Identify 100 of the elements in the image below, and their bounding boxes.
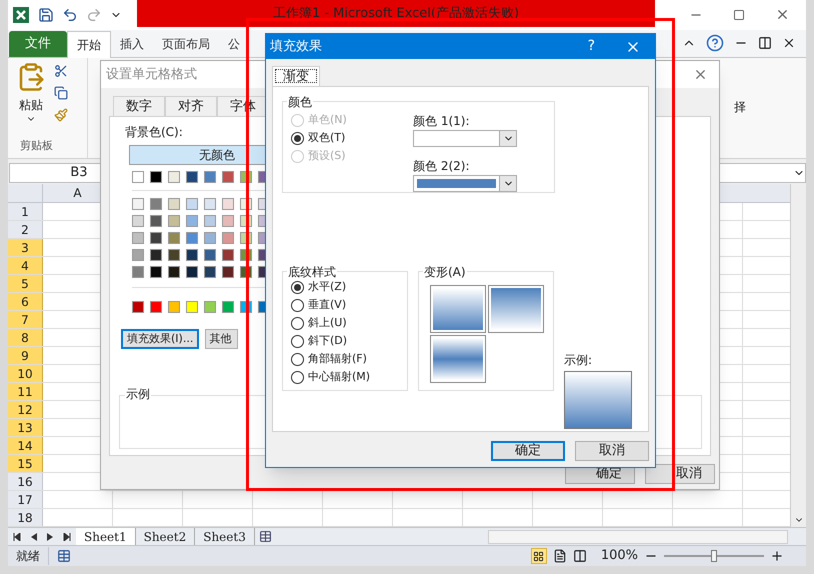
zoom-level[interactable]: 100%	[600, 546, 638, 566]
row-header[interactable]: 11	[8, 383, 43, 400]
format-painter-icon[interactable]	[54, 108, 68, 122]
radio-button[interactable]	[291, 298, 304, 312]
sheet-tab[interactable]: Sheet1	[76, 528, 136, 546]
color-swatch[interactable]	[204, 232, 216, 244]
color-swatch[interactable]	[204, 301, 216, 313]
color-swatch[interactable]	[186, 215, 198, 227]
ribbon-tab[interactable]: 页面布局	[153, 30, 219, 57]
save-icon[interactable]	[38, 6, 54, 23]
redo-icon[interactable]	[86, 6, 102, 23]
last-sheet-icon[interactable]	[63, 532, 71, 541]
gradient-variant[interactable]	[430, 335, 486, 383]
sheet-tab[interactable]: Sheet2	[136, 528, 196, 546]
color-swatch[interactable]	[222, 198, 234, 210]
cut-icon[interactable]	[54, 64, 68, 78]
radio-label[interactable]: 中心辐射(M)	[308, 370, 370, 384]
dialog-button[interactable]: 确定	[491, 441, 565, 461]
page-break-icon[interactable]	[572, 549, 587, 564]
row-header[interactable]: 10	[8, 365, 43, 382]
color-swatch[interactable]	[150, 249, 162, 261]
color-swatch[interactable]	[204, 266, 216, 278]
row-header[interactable]: 16	[8, 473, 43, 490]
color-swatch[interactable]	[150, 232, 162, 244]
color-swatch[interactable]	[168, 198, 180, 210]
color-swatch[interactable]	[186, 301, 198, 313]
radio-label[interactable]: 水平(Z)	[308, 280, 346, 294]
color-swatch[interactable]	[132, 232, 144, 244]
dialog-button[interactable]: 取消	[645, 464, 715, 484]
file-tab[interactable]: 文件	[9, 30, 67, 57]
ribbon-tab[interactable]: 公	[219, 30, 249, 57]
fill-effects-button[interactable]: 填充效果(I)...	[121, 329, 200, 349]
color-swatch[interactable]	[168, 249, 180, 261]
paste-button[interactable]: 粘贴	[19, 96, 43, 114]
row-header[interactable]: 5	[8, 275, 43, 292]
color-swatch[interactable]	[222, 249, 234, 261]
color-swatch[interactable]	[222, 232, 234, 244]
row-header[interactable]: 9	[8, 347, 43, 364]
color-swatch[interactable]	[168, 301, 180, 313]
color-swatch[interactable]	[150, 171, 162, 183]
dialog-button[interactable]: 取消	[575, 441, 649, 461]
row-header[interactable]: 15	[8, 455, 43, 472]
color-swatch[interactable]	[150, 198, 162, 210]
color-swatch[interactable]	[204, 249, 216, 261]
color-swatch[interactable]	[168, 215, 180, 227]
color-swatch[interactable]	[132, 215, 144, 227]
ribbon-tab[interactable]: 插入	[111, 30, 153, 57]
color-swatch[interactable]	[186, 171, 198, 183]
row-header[interactable]: 3	[8, 239, 43, 256]
gradient-variant[interactable]	[430, 285, 486, 333]
row-header[interactable]: 4	[8, 257, 43, 274]
zoom-slider-thumb[interactable]	[711, 550, 717, 562]
color-swatch[interactable]	[222, 301, 234, 313]
color-swatch[interactable]	[186, 266, 198, 278]
row-header[interactable]: 14	[8, 437, 43, 454]
color-swatch[interactable]	[204, 171, 216, 183]
row-header[interactable]: 12	[8, 401, 43, 418]
color-swatch[interactable]	[186, 249, 198, 261]
radio-button[interactable]	[291, 370, 304, 384]
row-header[interactable]: 7	[8, 311, 43, 328]
normal-view-button[interactable]	[530, 548, 547, 564]
ribbon-tab[interactable]: 开始	[67, 30, 111, 58]
row-header[interactable]: 8	[8, 329, 43, 346]
macro-record-icon[interactable]	[57, 549, 71, 564]
color-swatch[interactable]	[150, 301, 162, 313]
color-swatch[interactable]	[222, 266, 234, 278]
radio-label[interactable]: 双色(T)	[308, 131, 346, 145]
row-header[interactable]: 2	[8, 221, 43, 238]
help-button[interactable]: ?	[588, 36, 595, 57]
color-swatch[interactable]	[168, 266, 180, 278]
insert-sheet-icon[interactable]	[258, 530, 272, 544]
row-header[interactable]: 6	[8, 293, 43, 310]
radio-label[interactable]: 斜下(D)	[308, 334, 348, 348]
next-sheet-icon[interactable]	[47, 532, 53, 541]
color-swatch[interactable]	[150, 215, 162, 227]
radio-button[interactable]	[291, 280, 304, 294]
vertical-scrollbar[interactable]	[790, 184, 806, 528]
restore-icon[interactable]	[758, 36, 772, 50]
color-swatch[interactable]	[132, 301, 144, 313]
color-dropdown[interactable]	[413, 175, 517, 192]
radio-button[interactable]	[291, 352, 304, 366]
color-dropdown[interactable]	[413, 130, 517, 147]
help-icon[interactable]	[706, 34, 724, 52]
color-swatch[interactable]	[150, 266, 162, 278]
copy-icon[interactable]	[54, 86, 68, 100]
radio-label[interactable]: 垂直(V)	[308, 298, 346, 312]
horizontal-scrollbar[interactable]	[488, 530, 788, 544]
dialog-tab[interactable]: 渐变	[272, 66, 320, 86]
row-header[interactable]: 18	[8, 509, 43, 526]
color-swatch[interactable]	[168, 232, 180, 244]
more-colors-button[interactable]: 其他	[205, 329, 238, 349]
radio-button[interactable]	[291, 316, 304, 330]
page-layout-icon[interactable]	[552, 549, 567, 564]
row-header[interactable]: 17	[8, 491, 43, 508]
radio-label[interactable]: 角部辐射(F)	[308, 352, 367, 366]
color-swatch[interactable]	[204, 215, 216, 227]
color-swatch[interactable]	[132, 249, 144, 261]
color-swatch[interactable]	[222, 215, 234, 227]
radio-button[interactable]	[291, 132, 304, 144]
undo-icon[interactable]	[62, 6, 78, 23]
